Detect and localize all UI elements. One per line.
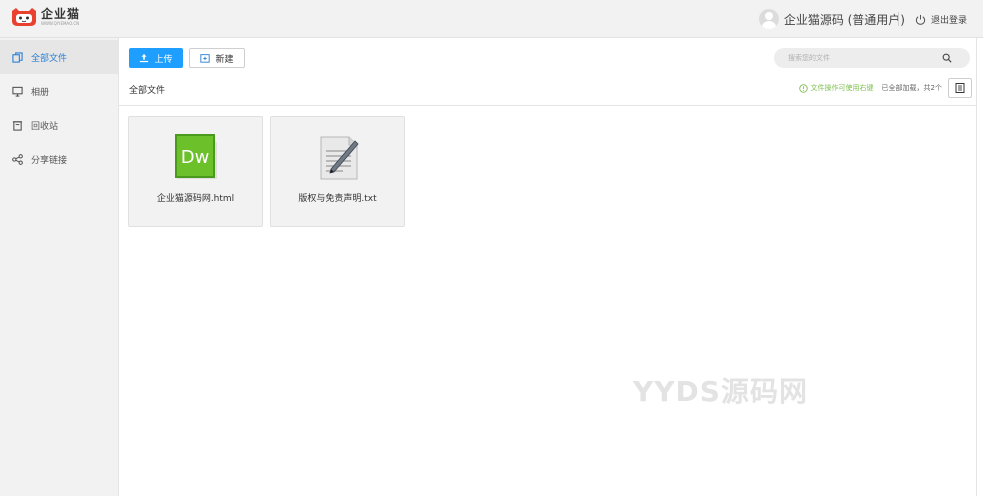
main-content: 上传 新建 全部文件 文件操作可使用右键 已全部加载，共2个: [119, 38, 976, 496]
sidebar-item-album[interactable]: 相册: [0, 74, 118, 108]
loaded-count: 已全部加载，共2个: [881, 84, 942, 92]
logo-name: 企业猫: [41, 7, 81, 21]
file-name: 企业猫源码网.html: [156, 194, 235, 204]
search-input[interactable]: [774, 48, 934, 68]
file-item[interactable]: 版权与免责声明.txt: [270, 116, 405, 227]
user-info[interactable]: 企业猫源码 (普通用户): [758, 9, 905, 29]
cat-logo-icon: [12, 8, 36, 26]
logo[interactable]: 企业猫 WWW.QIYEMAO.CN: [10, 7, 90, 31]
file-item[interactable]: Dw 企业猫源码网.html: [128, 116, 263, 227]
tip-text: 文件操作可使用右键: [810, 84, 874, 92]
files-icon: [12, 51, 23, 63]
watermark: YYDS源码网: [633, 375, 808, 408]
sidebar-item-share-links[interactable]: 分享链接: [0, 142, 118, 176]
sidebar-item-label: 相册: [31, 87, 50, 98]
info-icon: [798, 83, 808, 93]
upload-button[interactable]: 上传: [129, 48, 183, 68]
breadcrumb: 全部文件: [129, 86, 166, 96]
sidebar-item-label: 分享链接: [31, 155, 68, 166]
logout-label: 退出登录: [930, 15, 967, 26]
list-view-icon: [955, 83, 965, 93]
trash-icon: [12, 120, 23, 131]
header-divider: [898, 12, 899, 26]
new-button[interactable]: 新建: [189, 48, 245, 68]
new-label: 新建: [215, 54, 234, 65]
upload-icon: [140, 53, 149, 63]
user-name: 企业猫源码 (普通用户): [783, 12, 905, 27]
avatar: [758, 9, 779, 29]
file-name: 版权与免责声明.txt: [298, 194, 377, 204]
sidebar-item-recycle-bin[interactable]: 回收站: [0, 108, 118, 142]
right-border: [976, 38, 977, 496]
logo-sub: WWW.QIYEMAO.CN: [41, 21, 80, 26]
top-bar: 企业猫 WWW.QIYEMAO.CN 企业猫源码 (普通用户) 退出登录: [0, 0, 983, 38]
upload-label: 上传: [154, 54, 173, 65]
content-divider: [119, 105, 976, 106]
sidebar: 全部文件 相册 回收站 分享链接: [0, 38, 119, 496]
text-file-icon: [320, 136, 359, 180]
monitor-icon: [12, 86, 23, 97]
sidebar-item-label: 回收站: [31, 121, 59, 132]
svg-text:Dw: Dw: [180, 147, 209, 168]
share-icon: [12, 153, 23, 165]
search-box: [774, 48, 970, 68]
power-icon: [915, 14, 926, 25]
view-toggle-button[interactable]: [948, 78, 972, 98]
new-folder-icon: [200, 54, 211, 63]
info-bar: 文件操作可使用右键 已全部加载，共2个: [798, 83, 942, 93]
search-icon[interactable]: [942, 53, 952, 63]
sidebar-item-all-files[interactable]: 全部文件: [0, 40, 118, 74]
logout-button[interactable]: 退出登录: [915, 12, 967, 26]
dreamweaver-file-icon: Dw: [174, 134, 217, 179]
sidebar-item-label: 全部文件: [31, 53, 68, 64]
